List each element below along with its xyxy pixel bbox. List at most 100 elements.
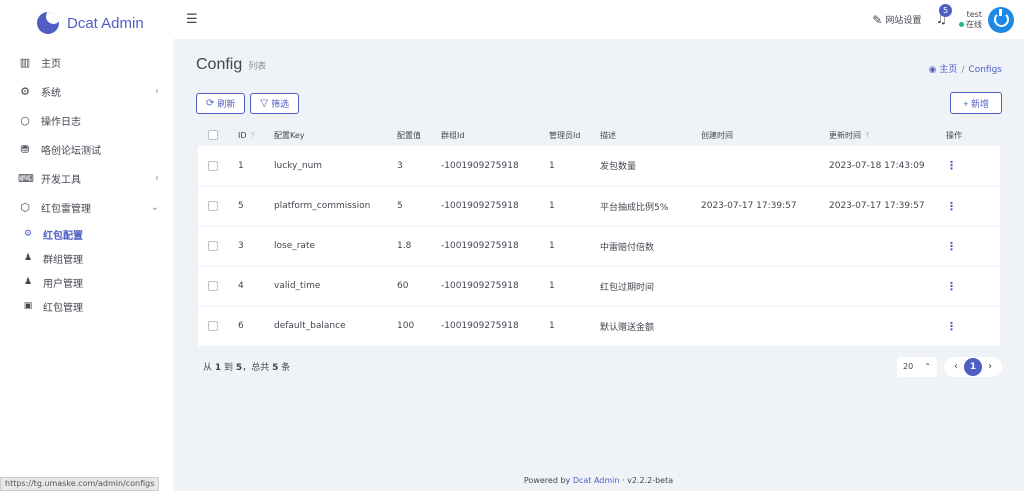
- sidebar-subitem-redpacket-config[interactable]: ⚙ 红包配置: [0, 222, 173, 246]
- table-row: 3 lose_rate 1.8 -1001909275918 1 中雷赔付倍数 …: [198, 226, 1000, 266]
- table-row: 6 default_balance 100 -1001909275918 1 默…: [198, 306, 1000, 346]
- row-checkbox[interactable]: [208, 160, 218, 171]
- sidebar-item-dev-tools[interactable]: ⌨ 开发工具 ‹: [0, 164, 173, 193]
- user-name: test: [966, 9, 982, 19]
- cell-key: default_balance: [274, 321, 346, 331]
- cell-group: -1001909275918: [441, 201, 519, 211]
- grid-toolbar: ⟳ 刷新 ▽ 筛选 + 新增: [196, 92, 1002, 114]
- table-header-row: ID ↑ 配置Key 配置值 群组Id 管理员Id 描述 创建时间 更新时间 ↑ 操…: [198, 124, 1000, 146]
- bar-chart-icon: ▥: [19, 56, 31, 69]
- cell-desc: 平台抽成比例5%: [600, 202, 669, 213]
- table-row: 5 platform_commission 5 -1001909275918 1…: [198, 186, 1000, 226]
- cell-desc: 发包数量: [600, 162, 637, 173]
- circle-icon: ○: [20, 114, 30, 127]
- breadcrumb: ◉ 主页 / Configs: [928, 64, 1002, 75]
- add-new-button[interactable]: + 新增: [950, 92, 1002, 114]
- row-checkbox[interactable]: [208, 200, 218, 211]
- cell-admin: 1: [549, 160, 555, 171]
- user-icon: ♟: [23, 277, 33, 287]
- sidebar-item-home[interactable]: ▥ 主页: [0, 48, 173, 77]
- row-checkbox[interactable]: [208, 320, 218, 331]
- column-header-id[interactable]: ID ↑: [238, 124, 274, 146]
- cell-id: 6: [238, 321, 244, 331]
- row-actions-icon[interactable]: ⋮: [946, 280, 957, 293]
- cell-value: 100: [397, 321, 415, 331]
- cell-id: 4: [238, 281, 244, 291]
- chevron-down-icon: ⌄: [150, 202, 159, 213]
- pager: 20 ⌃ ‹ 1 ›: [897, 356, 1002, 377]
- sort-icon[interactable]: ↑: [864, 131, 871, 140]
- sidebar-subitem-group-admin[interactable]: ♟ 群组管理: [0, 246, 173, 270]
- sidebar-subitem-user-admin[interactable]: ♟ 用户管理: [0, 270, 173, 294]
- cell-admin: 1: [549, 281, 555, 291]
- next-page-button[interactable]: ›: [984, 361, 996, 372]
- column-header-admin: 管理员Id: [549, 130, 581, 140]
- sidebar-menu: ▥ 主页 ⚙ 系统 ‹ ○ 操作日志 ⛃ 咯创论坛测试 ⌨ 开发工具 ‹ ⬡ 红…: [0, 48, 173, 318]
- notifications-button[interactable]: ♫ 5: [935, 4, 952, 27]
- sidebar-item-system[interactable]: ⚙ 系统 ‹: [0, 77, 173, 106]
- logo[interactable]: Dcat Admin: [0, 0, 173, 46]
- footer-link[interactable]: Dcat Admin: [573, 476, 620, 485]
- keyboard-icon: ⌨: [18, 172, 34, 185]
- top-navbar: ☰ ✎ 网站设置 ♫ 5 test 在线: [173, 0, 1024, 39]
- grid-footer: 从 1 到 5，总共 5 条 20 ⌃ ‹ 1 ›: [203, 356, 1002, 377]
- column-header-group: 群组Id: [441, 130, 465, 140]
- cell-key: lucky_num: [274, 160, 323, 171]
- refresh-button[interactable]: ⟳ 刷新: [196, 92, 246, 114]
- cell-desc: 默认赠送金额: [600, 322, 655, 333]
- chevron-up-icon: ⌃: [924, 362, 931, 371]
- site-settings-link[interactable]: ✎ 网站设置: [872, 13, 921, 27]
- select-all-checkbox[interactable]: [208, 130, 218, 140]
- user-info[interactable]: test 在线: [959, 10, 982, 30]
- cell-created: [701, 266, 829, 306]
- column-header-updated[interactable]: 更新时间 ↑: [829, 124, 946, 146]
- avatar[interactable]: [988, 6, 1014, 33]
- breadcrumb-home[interactable]: ◉ 主页: [929, 65, 958, 75]
- per-page-select[interactable]: 20 ⌃: [897, 356, 937, 377]
- menu-toggle-icon[interactable]: ☰: [186, 12, 198, 27]
- users-icon: ♟: [23, 253, 33, 263]
- cell-group: -1001909275918: [441, 281, 519, 291]
- cell-created: [701, 306, 829, 346]
- row-actions-icon[interactable]: ⋮: [946, 200, 957, 213]
- sidebar-item-label: 咯创论坛测试: [41, 146, 101, 157]
- row-actions-icon[interactable]: ⋮: [946, 240, 957, 253]
- config-table: ID ↑ 配置Key 配置值 群组Id 管理员Id 描述 创建时间 更新时间 ↑ 操…: [198, 124, 1000, 347]
- sidebar-item-label: 红包管理: [43, 302, 83, 314]
- sidebar-item-operation-log[interactable]: ○ 操作日志: [0, 106, 173, 135]
- sidebar-item-label: 系统: [41, 88, 61, 99]
- sidebar: Dcat Admin ▥ 主页 ⚙ 系统 ‹ ○ 操作日志 ⛃ 咯创论坛测试 ⌨…: [0, 0, 173, 491]
- row-actions-icon[interactable]: ⋮: [946, 159, 957, 172]
- sidebar-subitem-redpacket-list[interactable]: ▣ 红包管理: [0, 294, 173, 318]
- cell-group: -1001909275918: [441, 160, 519, 171]
- cell-updated: [829, 306, 946, 346]
- notification-badge: 5: [939, 4, 952, 17]
- cell-desc: 中雷赔付倍数: [600, 242, 655, 253]
- cell-updated: 2023-07-17 17:39:57: [829, 201, 925, 211]
- sidebar-item-forum-test[interactable]: ⛃ 咯创论坛测试: [0, 135, 173, 164]
- sidebar-item-label: 红包雷管理: [41, 204, 91, 215]
- pagination: ‹ 1 ›: [944, 356, 1002, 377]
- row-checkbox[interactable]: [208, 240, 218, 251]
- sidebar-item-redpacket-admin[interactable]: ⬡ 红包雷管理 ⌄: [0, 193, 173, 222]
- coins-icon: ⛃: [20, 143, 30, 156]
- sort-icon[interactable]: ↑: [250, 131, 257, 140]
- row-actions-icon[interactable]: ⋮: [946, 320, 957, 333]
- table-row: 4 valid_time 60 -1001909275918 1 红包过期时间 …: [198, 266, 1000, 306]
- column-header-key: 配置Key: [274, 130, 305, 140]
- logo-icon: [37, 12, 59, 34]
- page-button-current[interactable]: 1: [964, 357, 982, 376]
- cell-value: 60: [397, 281, 409, 291]
- cell-admin: 1: [549, 241, 555, 251]
- sidebar-item-label: 开发工具: [41, 175, 81, 186]
- prev-page-button[interactable]: ‹: [950, 361, 962, 372]
- refresh-icon: ⟳: [206, 97, 215, 109]
- row-checkbox[interactable]: [208, 280, 218, 291]
- cell-value: 5: [397, 201, 403, 211]
- main-content: Config 列表 ◉ 主页 / Configs ⟳ 刷新 ▽ 筛选 + 新增 ID ↑ …: [196, 56, 1002, 377]
- cell-value: 3: [397, 160, 403, 171]
- cell-admin: 1: [549, 201, 555, 211]
- filter-button[interactable]: ▽ 筛选: [250, 92, 300, 114]
- page-subtitle: 列表: [248, 62, 267, 72]
- briefcase-icon: ▣: [23, 301, 33, 311]
